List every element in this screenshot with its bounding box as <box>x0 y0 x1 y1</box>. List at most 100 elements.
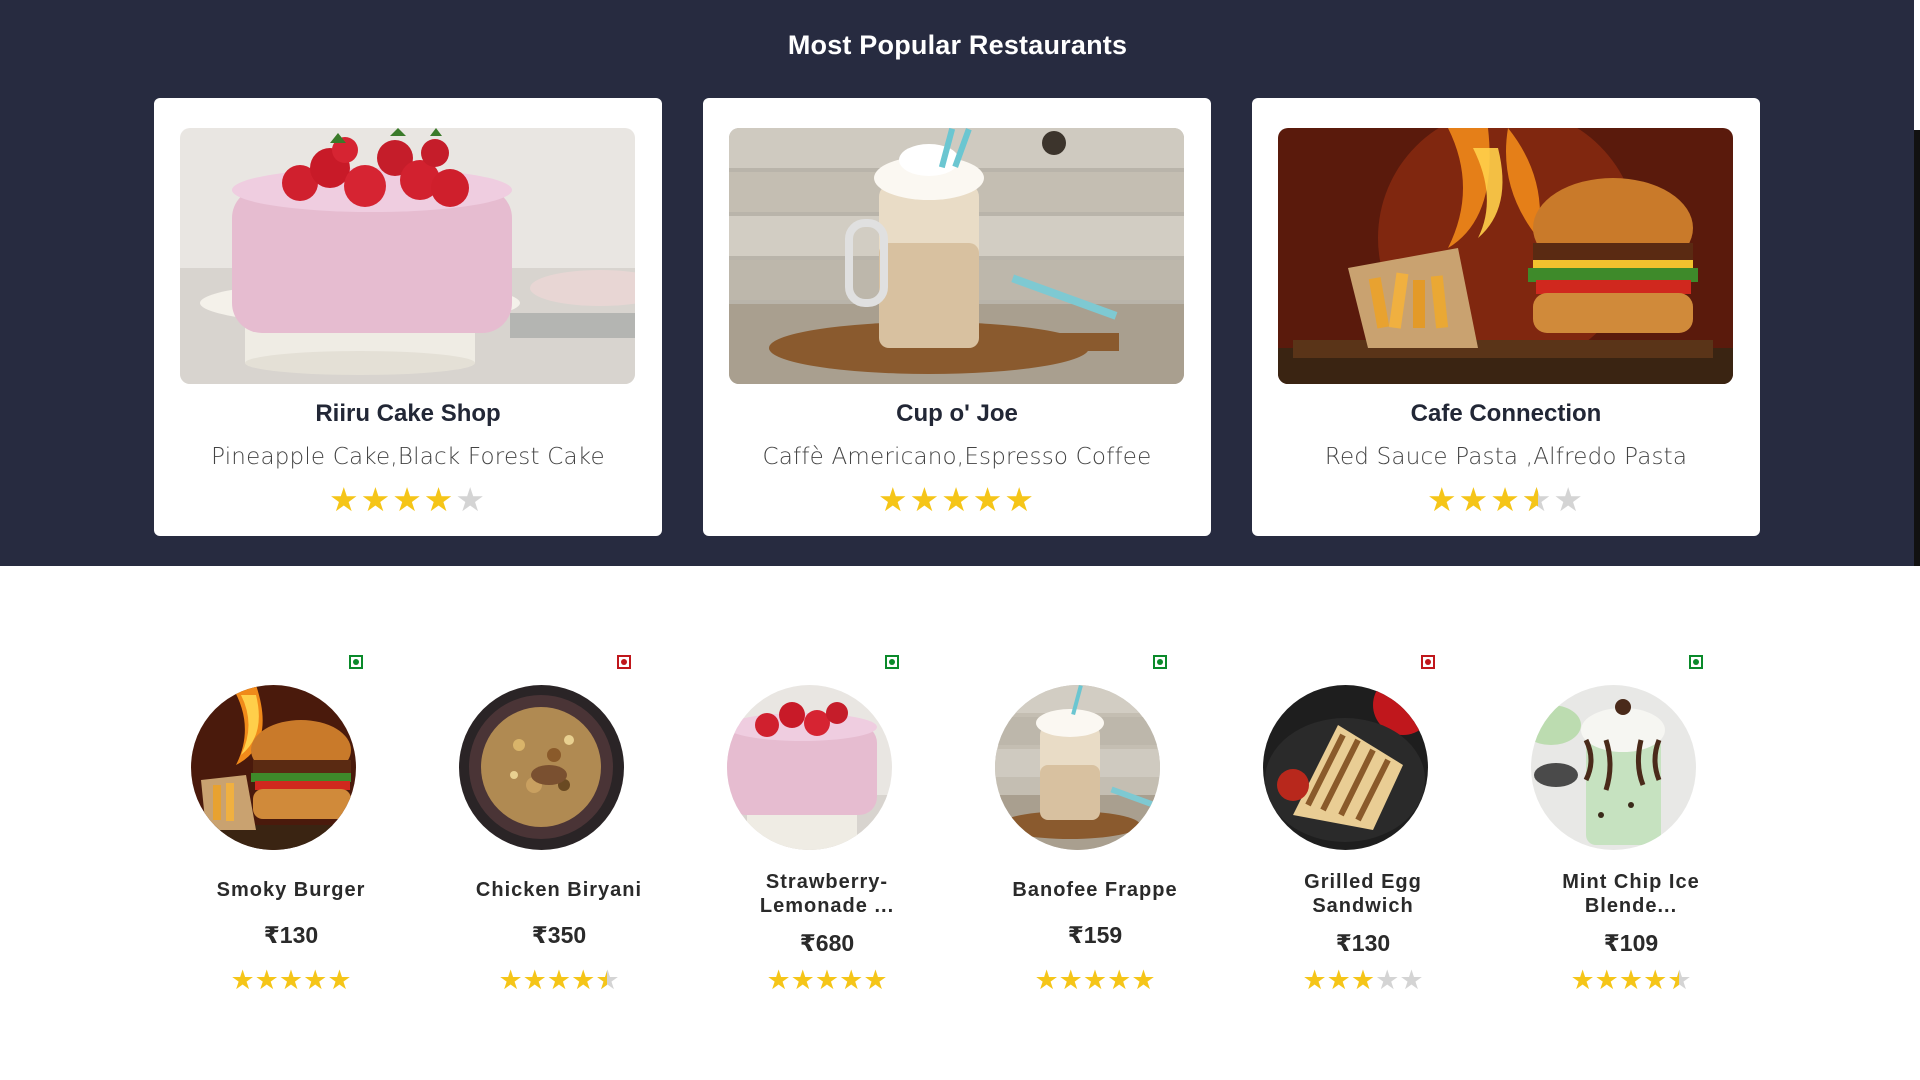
rating-stars: ★★★★★ <box>1496 965 1766 995</box>
star-full-icon: ★ <box>571 965 596 995</box>
dish-name-line: Grilled Egg <box>1304 871 1422 893</box>
star-half-icon: ★ <box>1522 482 1554 519</box>
dish-name-line: Blende... <box>1584 895 1678 917</box>
dish-image[interactable] <box>191 685 356 850</box>
dish-name[interactable]: Chicken Biryani <box>424 878 694 902</box>
dish-card[interactable]: Mint Chip Ice Blende... ₹109 ★★★★★ <box>1496 655 1703 995</box>
restaurant-image[interactable] <box>729 128 1184 384</box>
veg-indicator-icon <box>885 655 899 669</box>
restaurant-card[interactable]: Riiru Cake Shop Pineapple Cake,Black For… <box>154 98 662 536</box>
dish-price: ₹130 <box>1335 930 1391 956</box>
star-full-icon: ★ <box>1302 965 1327 995</box>
star-full-icon: ★ <box>327 965 352 995</box>
star-full-icon: ★ <box>863 965 888 995</box>
restaurant-items: Red Sauce Pasta ,Alfredo Pasta <box>1324 444 1688 470</box>
star-empty-icon: ★ <box>1399 965 1424 995</box>
restaurant-image[interactable] <box>1278 128 1733 384</box>
star-full-icon: ★ <box>546 965 572 995</box>
star-full-icon: ★ <box>230 965 255 995</box>
rating-stars: ★★★★★ <box>1228 965 1498 995</box>
restaurant-items: Pineapple Cake,Black Forest Cake <box>211 444 605 470</box>
dish-name[interactable]: Grilled Egg Sandwich <box>1228 870 1498 918</box>
restaurant-card[interactable]: Cafe Connection Red Sauce Pasta ,Alfredo… <box>1252 98 1760 536</box>
star-full-icon: ★ <box>1004 481 1036 518</box>
dish-card[interactable]: Grilled Egg Sandwich ₹130 ★★★★★ <box>1228 655 1435 995</box>
dish-image[interactable] <box>459 685 624 850</box>
star-full-icon: ★ <box>303 965 328 995</box>
star-full-icon: ★ <box>1082 965 1108 995</box>
star-full-icon: ★ <box>1594 965 1619 995</box>
dish-price: ₹159 <box>1067 922 1123 948</box>
scrollbar-gap <box>1914 0 1920 130</box>
dish-name[interactable]: Mint Chip Ice Blende... <box>1496 870 1766 918</box>
star-full-icon: ★ <box>1058 965 1083 995</box>
section-title: Most Popular Restaurants <box>787 30 1128 60</box>
veg-indicator-icon <box>349 655 363 669</box>
star-full-icon: ★ <box>1618 965 1644 995</box>
star-full-icon: ★ <box>766 965 791 995</box>
dish-card[interactable]: Strawberry- Lemonade ... ₹680 ★★★★★ <box>692 655 899 995</box>
star-full-icon: ★ <box>1350 965 1376 995</box>
rating-stars: ★★★★★ <box>692 965 962 995</box>
veg-indicator-icon <box>1689 655 1703 669</box>
dish-image[interactable] <box>1531 685 1696 850</box>
star-full-icon: ★ <box>423 481 456 518</box>
star-full-icon: ★ <box>1570 965 1595 995</box>
star-full-icon: ★ <box>498 965 523 995</box>
restaurant-card[interactable]: Cup o' Joe Caffè Americano,Espresso Coff… <box>703 98 1211 536</box>
non-veg-indicator-icon <box>617 655 631 669</box>
rating-stars: ★★★★★ <box>960 965 1230 995</box>
star-full-icon: ★ <box>941 481 973 518</box>
restaurant-items: Caffè Americano,Espresso Coffee <box>762 444 1152 470</box>
star-full-icon: ★ <box>1131 965 1156 995</box>
star-half-icon: ★ <box>1667 965 1691 995</box>
rating-stars: ★★★★★ <box>156 965 426 995</box>
restaurant-name[interactable]: Riiru Cake Shop <box>154 400 662 428</box>
rating-stars: ★★★★★ <box>703 482 1211 518</box>
dish-card[interactable]: Smoky Burger ₹130 ★★★★★ <box>156 655 364 995</box>
dish-image[interactable] <box>995 685 1160 850</box>
dish-image[interactable] <box>727 685 892 850</box>
dish-price: ₹350 <box>531 922 587 948</box>
star-full-icon: ★ <box>814 965 840 995</box>
restaurant-name[interactable]: Cafe Connection <box>1252 400 1760 428</box>
restaurant-name[interactable]: Cup o' Joe <box>703 400 1211 428</box>
star-full-icon: ★ <box>392 481 424 518</box>
star-full-icon: ★ <box>329 481 361 518</box>
star-full-icon: ★ <box>790 965 815 995</box>
dish-name[interactable]: Banofee Frappe <box>960 878 1230 902</box>
dish-name-line: Mint Chip Ice <box>1562 871 1700 893</box>
star-half-icon: ★ <box>595 965 619 995</box>
dish-name[interactable]: Smoky Burger <box>156 878 426 902</box>
star-full-icon: ★ <box>1427 481 1459 518</box>
veg-indicator-icon <box>1153 655 1167 669</box>
scrollbar-thumb[interactable] <box>1914 130 1920 566</box>
dish-price: ₹109 <box>1603 930 1659 956</box>
rating-stars: ★★★★★ <box>154 482 662 518</box>
rating-stars: ★★★★★ <box>424 965 694 995</box>
dish-price: ₹130 <box>263 922 319 948</box>
star-full-icon: ★ <box>909 481 942 518</box>
star-full-icon: ★ <box>1490 481 1522 518</box>
dish-card[interactable]: Banofee Frappe ₹159 ★★★★★ <box>960 655 1177 995</box>
star-full-icon: ★ <box>972 481 1005 518</box>
star-full-icon: ★ <box>1326 965 1351 995</box>
dish-price: ₹680 <box>799 930 855 956</box>
star-full-icon: ★ <box>1643 965 1668 995</box>
star-full-icon: ★ <box>878 481 910 518</box>
dish-name-line: Lemonade ... <box>759 895 895 917</box>
dish-name[interactable]: Strawberry- Lemonade ... <box>692 870 962 918</box>
dish-card[interactable]: Chicken Biryani ₹350 ★★★★★ <box>424 655 641 995</box>
star-empty-icon: ★ <box>1375 965 1400 995</box>
star-full-icon: ★ <box>522 965 547 995</box>
star-full-icon: ★ <box>1458 481 1491 518</box>
star-full-icon: ★ <box>254 965 279 995</box>
restaurant-image[interactable] <box>180 128 635 384</box>
dish-image[interactable] <box>1263 685 1428 850</box>
star-full-icon: ★ <box>278 965 304 995</box>
star-full-icon: ★ <box>360 481 393 518</box>
star-full-icon: ★ <box>1034 965 1059 995</box>
non-veg-indicator-icon <box>1421 655 1435 669</box>
dish-name-line: Sandwich <box>1312 895 1414 917</box>
dish-name-line: Strawberry- <box>765 871 889 893</box>
